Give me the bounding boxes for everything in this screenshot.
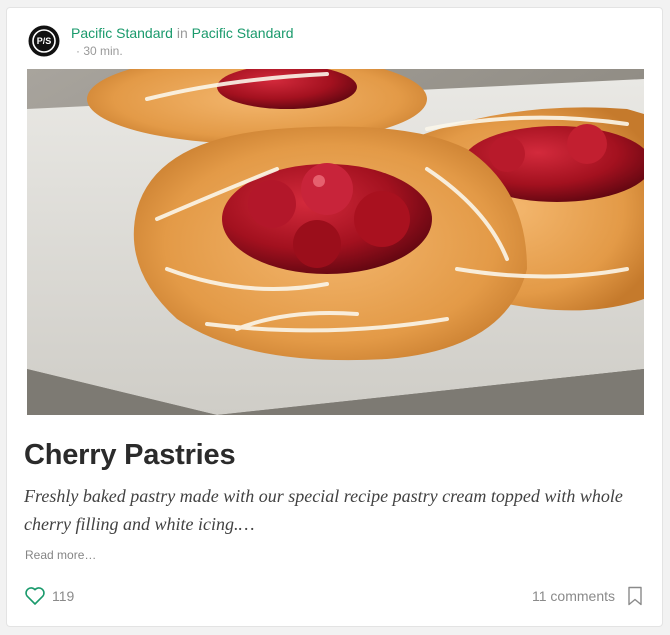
read-more-link[interactable]: Read more… bbox=[25, 548, 96, 562]
post-description[interactable]: Freshly baked pastry made with our speci… bbox=[24, 482, 654, 538]
byline-in: in bbox=[176, 25, 188, 41]
bookmark-icon[interactable] bbox=[627, 586, 643, 606]
comments-link[interactable]: 11 comments bbox=[532, 588, 615, 604]
publication-link[interactable]: Pacific Standard bbox=[192, 25, 294, 41]
svg-text:P/S: P/S bbox=[37, 36, 52, 46]
publication-avatar[interactable]: P/S bbox=[28, 25, 60, 57]
like-count: 119 bbox=[52, 588, 75, 604]
post-title[interactable]: Cherry Pastries bbox=[24, 439, 236, 472]
read-time: · 30 min. bbox=[76, 44, 123, 58]
post-hero-image[interactable] bbox=[27, 69, 644, 415]
heart-icon[interactable] bbox=[24, 586, 46, 606]
post-card: P/S Pacific Standard in Pacific Standard… bbox=[6, 7, 663, 627]
byline: Pacific Standard in Pacific Standard bbox=[71, 25, 294, 41]
cherry-pastry-image bbox=[27, 69, 644, 415]
author-link[interactable]: Pacific Standard bbox=[71, 25, 173, 41]
